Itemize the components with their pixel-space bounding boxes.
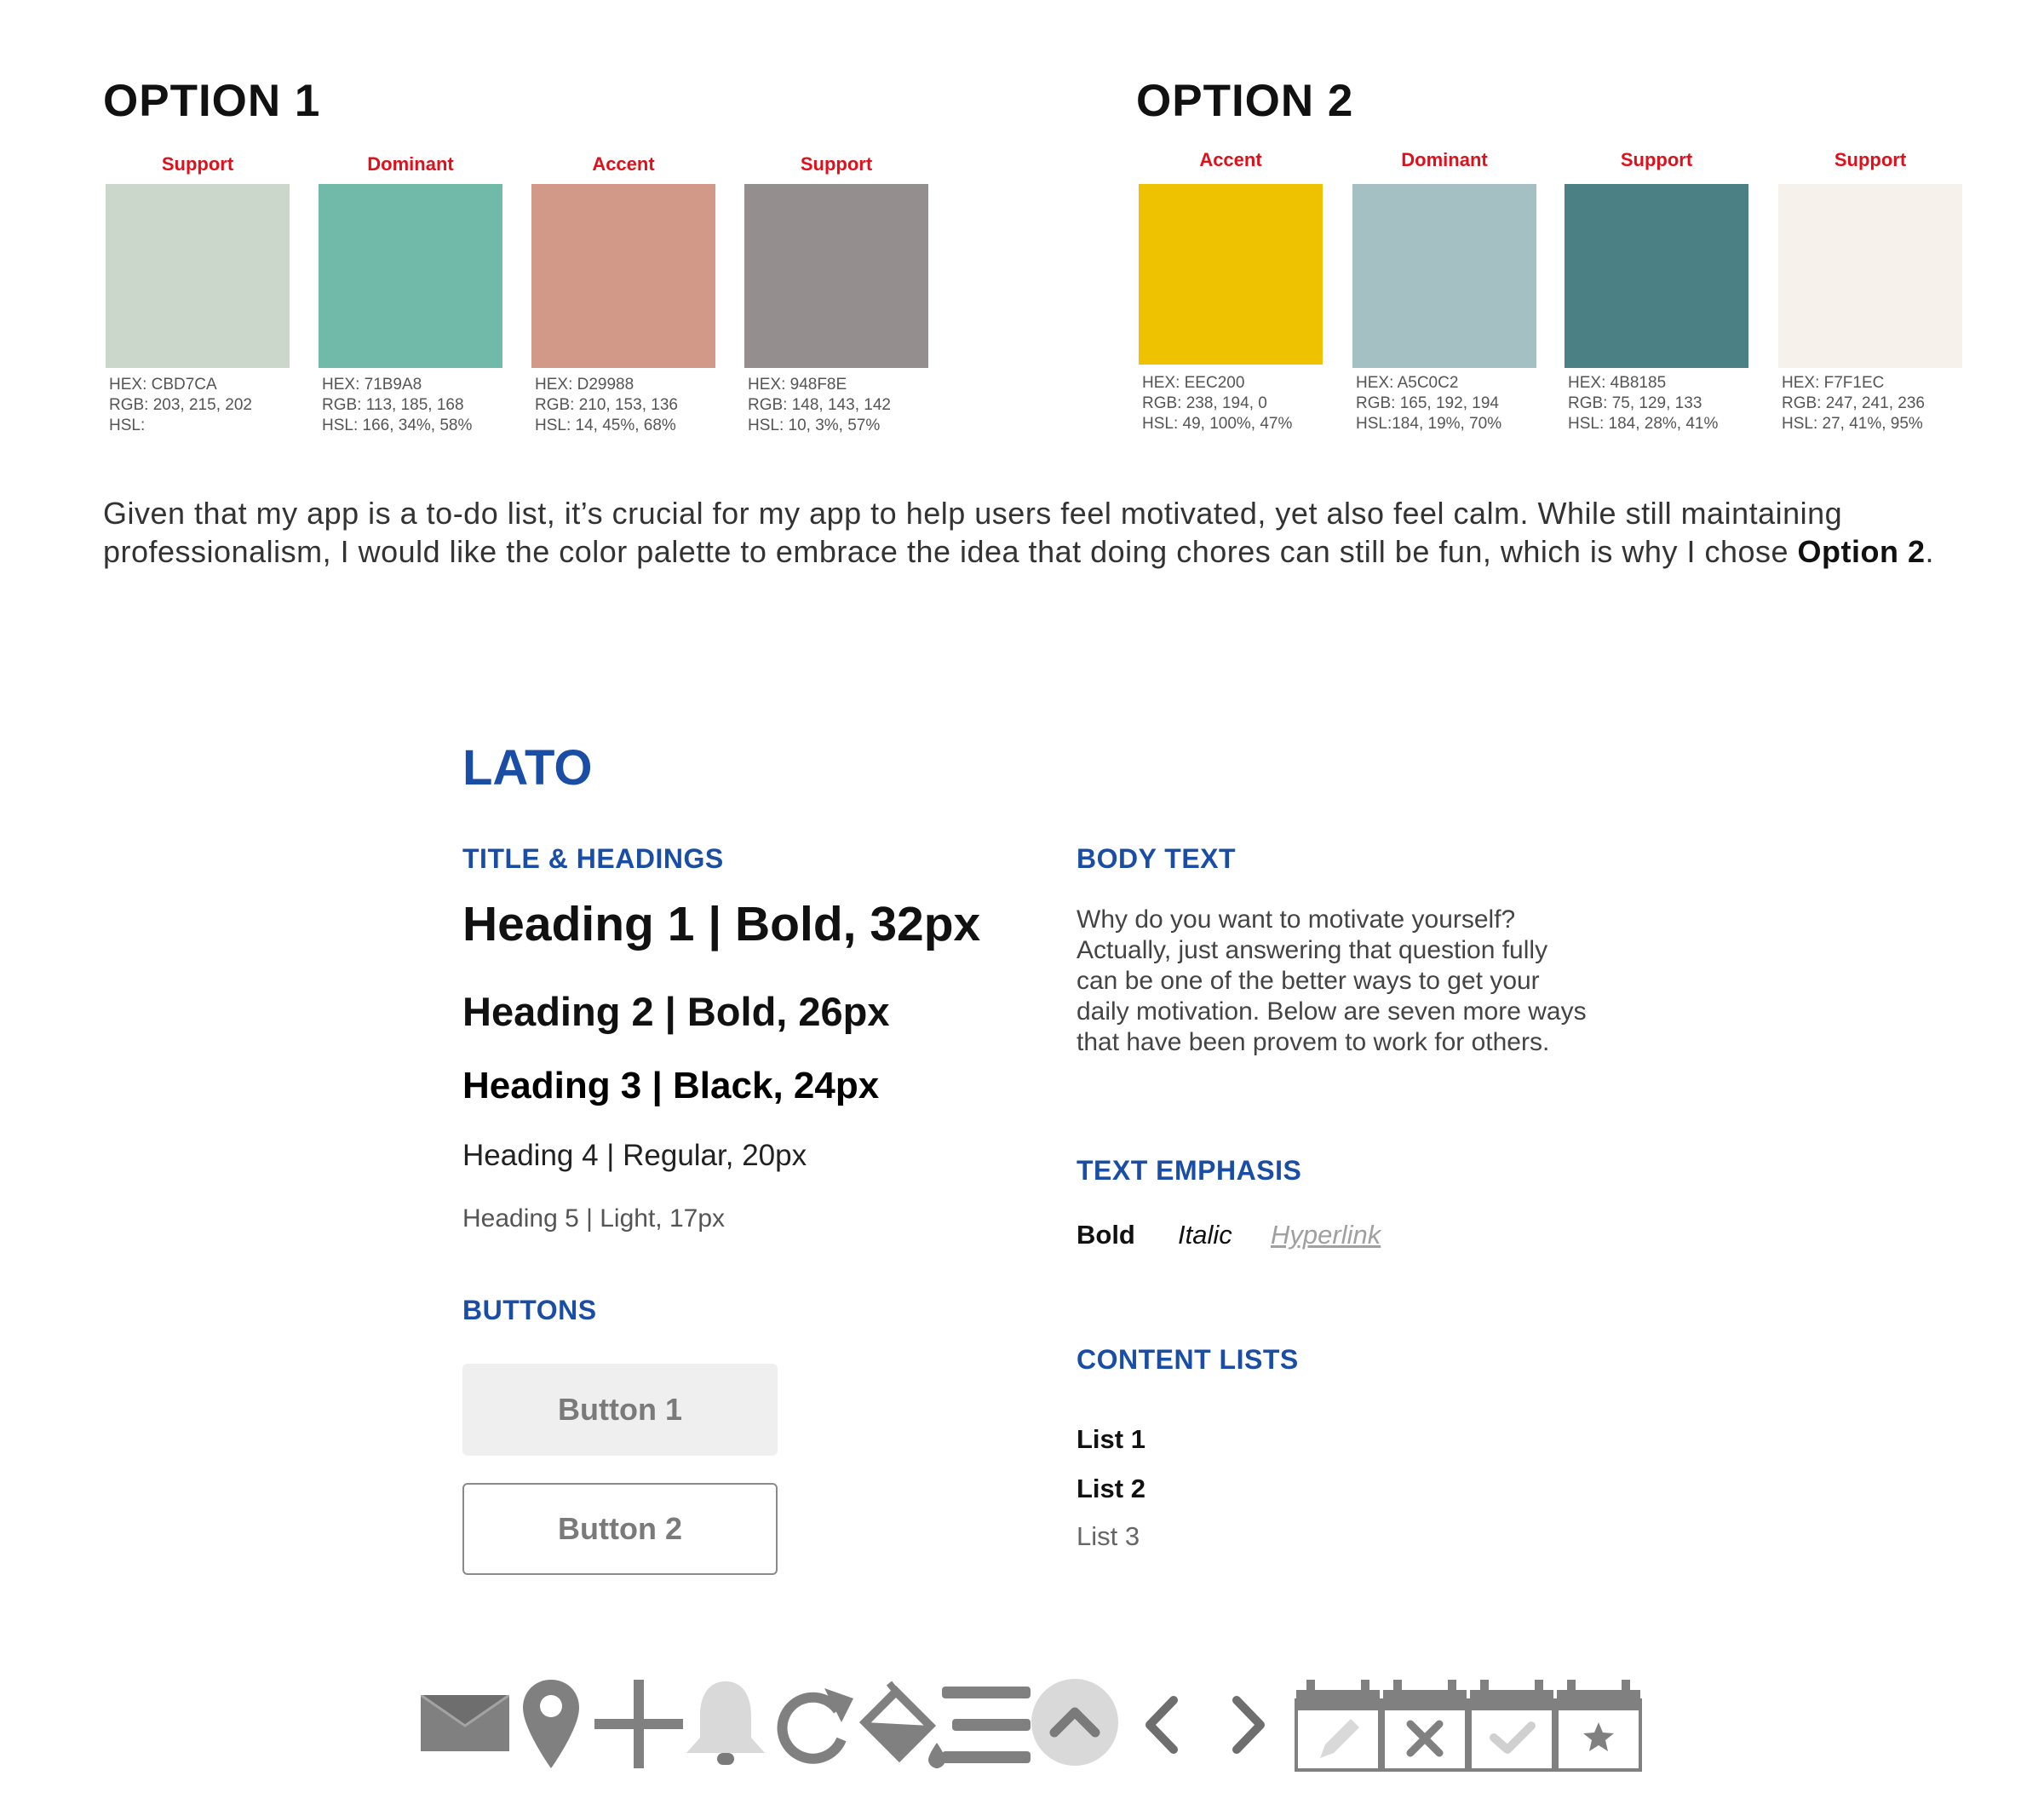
option1-swatch4-info: HEX: 948F8E RGB: 148, 143, 142 HSL: 10, 3%… [748, 376, 891, 434]
option1-swatch1-info: HEX: CBD7CA RGB: 203, 215, 202 HSL: [109, 376, 252, 434]
headings-section-title: TITLE & HEADINGS [462, 843, 724, 874]
option2-swatch3 [1565, 184, 1748, 368]
option2-swatch2-info: HEX: A5C0C2 RGB: 165, 192, 194 HSL:184, 19… [1356, 374, 1502, 433]
body-text-section-title: BODY TEXT [1077, 843, 1237, 874]
option1-title: OPTION 1 [103, 76, 321, 126]
body-text-sample: Why do you want to motivate yourself? Ac… [1077, 905, 1587, 1056]
list-item-2: List 2 [1077, 1474, 1145, 1503]
button-2[interactable]: Button 2 [462, 1483, 778, 1575]
calendar-star-icon[interactable] [1555, 1678, 1642, 1772]
calendar-edit-icon[interactable] [1295, 1678, 1381, 1772]
option1-swatch4 [744, 184, 928, 368]
hyperlink-sample[interactable]: Hyperlink [1271, 1220, 1381, 1250]
option1-swatch1-role: Support [161, 153, 234, 175]
option2-swatch1-info: HEX: EEC200 RGB: 238, 194, 0 HSL: 49, 100%… [1142, 374, 1293, 433]
option1-swatch3-role: Accent [592, 153, 655, 175]
option1-swatch3 [531, 184, 715, 368]
option2-swatch1 [1139, 184, 1323, 365]
heading-2-sample: Heading 2 | Bold, 26px [462, 989, 890, 1034]
option1-swatch2 [319, 184, 502, 368]
calendar-check-icon[interactable] [1468, 1678, 1555, 1772]
chosen-option: Option 2 [1797, 534, 1926, 569]
chevron-left-icon[interactable] [1141, 1695, 1184, 1789]
palette-rationale: Given that my app is a to-do list, it’s … [103, 496, 1935, 569]
menu-icon[interactable] [942, 1687, 1031, 1780]
option2-swatch3-role: Support [1620, 149, 1693, 170]
list-item-3: List 3 [1077, 1521, 1140, 1551]
option2-swatch4-role: Support [1834, 149, 1907, 170]
content-lists-section-title: CONTENT LISTS [1077, 1344, 1299, 1375]
bell-icon[interactable] [681, 1678, 770, 1772]
option2-swatch4-info: HEX: F7F1EC RGB: 247, 241, 236 HSL: 27, 41… [1782, 374, 1925, 433]
font-name-title: LATO [462, 740, 593, 796]
buttons-section-title: BUTTONS [462, 1295, 597, 1325]
heading-1-sample: Heading 1 | Bold, 32px [462, 897, 981, 951]
option1-swatch2-role: Dominant [367, 153, 454, 175]
chevron-up-icon[interactable] [1031, 1678, 1119, 1772]
option1-swatch3-info: HEX: D29988 RGB: 210, 153, 136 HSL: 14, 45… [535, 376, 678, 434]
chevron-right-icon[interactable] [1226, 1695, 1269, 1789]
refresh-icon[interactable] [770, 1680, 855, 1773]
italic-sample: Italic [1178, 1220, 1232, 1250]
heading-3-sample: Heading 3 | Black, 24px [462, 1065, 880, 1106]
option1-swatch4-role: Support [800, 153, 873, 175]
option1-swatch2-info: HEX: 71B9A8 RGB: 113, 185, 168 HSL: 166, 3… [322, 376, 473, 434]
button-1[interactable]: Button 1 [462, 1364, 778, 1456]
option1-swatch1 [106, 184, 290, 368]
option2-title: OPTION 2 [1136, 76, 1354, 126]
plus-icon[interactable] [594, 1680, 683, 1773]
paint-bucket-icon[interactable] [855, 1680, 949, 1773]
option2-swatch4 [1778, 184, 1962, 368]
bold-sample: Bold [1077, 1220, 1135, 1250]
option2-swatch1-role: Accent [1199, 149, 1262, 170]
heading-4-sample: Heading 4 | Regular, 20px [462, 1139, 807, 1172]
text-emphasis-section-title: TEXT EMPHASIS [1077, 1155, 1302, 1186]
list-item-1: List 1 [1077, 1424, 1145, 1454]
option2-swatch2 [1352, 184, 1536, 368]
heading-5-sample: Heading 5 | Light, 17px [462, 1204, 726, 1233]
option2-swatch3-info: HEX: 4B8185 RGB: 75, 129, 133 HSL: 184, 28… [1568, 374, 1719, 433]
option2-swatch2-role: Dominant [1401, 149, 1488, 170]
mail-icon[interactable] [421, 1695, 509, 1789]
location-pin-icon[interactable] [521, 1678, 581, 1772]
calendar-delete-icon[interactable] [1381, 1678, 1468, 1772]
